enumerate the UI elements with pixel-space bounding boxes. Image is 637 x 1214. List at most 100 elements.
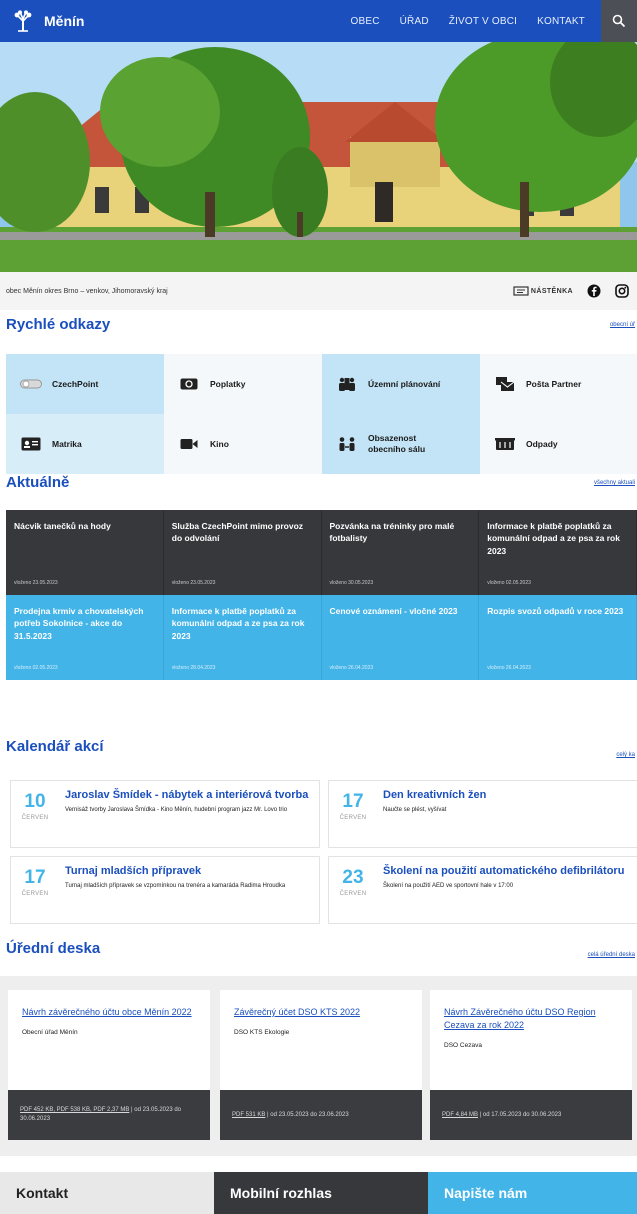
news-meta: vloženo 26.04.2023 [487,664,531,671]
news-title: Informace k platbě poplatků za komunální… [487,521,620,556]
news-title: Služba CzechPoint mimo provoz do odvolán… [171,521,304,544]
hero-photo [0,42,637,272]
document-dates: od 17.05.2023 do 30.06.2023 [482,1111,562,1118]
hero-caption-bar: obec Měnín okres Brno – venkov, Jihomora… [0,272,637,310]
news-all-link[interactable]: všechny aktuali [594,480,635,486]
document-org: Obecní úřad Měnín [22,1029,78,1037]
search-icon [612,14,626,28]
quick-links-grid: CzechPoint Poplatky Územní plánování Poš… [6,354,637,474]
document-org: DSO Cezava [444,1042,482,1050]
calendar-heading: Kalendář akcí [6,738,104,755]
nav-urad[interactable]: ÚŘAD [390,16,439,27]
event-desc: Naučte se plést, vyšívat [383,807,447,814]
document-files: PDF 4,84 MB | od 17.05.2023 do 30.06.202… [430,1090,632,1140]
footer-write-us[interactable]: Napište nám [428,1172,637,1214]
event-title[interactable]: Školení na použití automatického defibri… [383,865,629,878]
instagram-icon[interactable] [615,284,629,298]
quick-links-heading: Rychlé odkazy [6,316,111,333]
document-title-link[interactable]: Návrh Závěrečného účtu DSO Region Cezava… [430,990,632,1032]
site-name: Měnín [44,13,85,29]
event-card[interactable]: 23 ČERVEN Školení na použití automatické… [328,856,637,924]
news-meta: vloženo 23.05.2023 [171,579,216,586]
news-title: Cenové oznámení - vločné 2023 [329,606,458,616]
news-meta: vloženo 23.05.2023 [14,579,58,586]
event-card[interactable]: 17 ČERVEN Den kreativních žen Naučte se … [328,780,637,848]
official-board: Návrh závěrečného účtu obce Měnín 2022 O… [0,976,637,1156]
quick-links-all-link[interactable]: obecní úř [610,322,635,328]
id-card-icon [20,436,42,452]
news-card[interactable]: Informace k platbě poplatků za komunální… [479,510,637,595]
board-document: Návrh závěrečného účtu obce Měnín 2022 O… [8,990,210,1140]
quick-link-czechpoint[interactable]: CzechPoint [6,354,164,414]
quick-link-matrika[interactable]: Matrika [6,414,164,474]
quick-link-odpady[interactable]: Odpady [480,414,637,474]
document-title-link[interactable]: Návrh závěrečného účtu obce Měnín 2022 [8,990,210,1019]
social-links: NÁSTĚNKA [513,284,629,298]
event-date: 10 ČERVEN [21,791,49,821]
map-people-icon [336,376,358,392]
news-meta: vloženo 02.05.2023 [14,664,58,671]
news-card[interactable]: Pozvánka na tréninky pro malé fotbalisty… [321,510,480,595]
document-files: PDF 452 KB, PDF 538 KB, PDF 2,37 MB | od… [8,1090,210,1140]
event-card[interactable]: 10 ČERVEN Jaroslav Šmídek - nábytek a in… [10,780,320,848]
facebook-icon[interactable] [587,284,601,298]
calendar-all-link[interactable]: celý ka [616,752,635,758]
document-org: DSO KTS Ekologie [234,1029,290,1037]
quick-link-kino[interactable]: Kino [164,414,322,474]
document-dates: od 23.05.2023 do 23.06.2023 [270,1111,349,1118]
board-icon [513,286,529,296]
news-title: Pozvánka na tréninky pro malé fotbalisty [329,521,455,544]
event-card[interactable]: 17 ČERVEN Turnaj mladších přípravek Turn… [10,856,320,924]
event-date: 17 ČERVEN [339,791,367,821]
document-title-link[interactable]: Závěrečný účet DSO KTS 2022 [220,990,422,1019]
document-files-link[interactable]: PDF 452 KB, PDF 538 KB, PDF 2,37 MB [20,1107,129,1113]
news-title: Informace k platbě poplatků za komunální… [171,606,305,641]
news-card[interactable]: Rozpis svozů odpadů v roce 2023 vloženo … [479,595,637,680]
document-files-link[interactable]: PDF 4,84 MB [442,1112,478,1118]
event-title[interactable]: Den kreativních žen [383,789,629,802]
toggle-icon [20,376,42,392]
news-card[interactable]: Prodejna krmiv a chovatelských potřeb So… [6,595,164,680]
footer-columns: Kontakt Mobilní rozhlas Napište nám [0,1172,637,1214]
footer-contact[interactable]: Kontakt [0,1172,214,1214]
nav-obec[interactable]: OBEC [340,16,389,27]
board-heading: Úřední deska [6,940,101,957]
site-logo[interactable]: Měnín [10,8,130,34]
search-button[interactable] [601,0,637,42]
news-card[interactable]: Služba CzechPoint mimo provoz do odvolán… [163,510,322,595]
event-desc: Turnaj mladších přípravek se vzpomínkou … [65,883,286,890]
nav-zivot-v-obci[interactable]: ŽIVOT V OBCI [439,16,527,27]
news-title: Nácvik tanečků na hody [14,521,111,531]
event-title[interactable]: Jaroslav Šmídek - nábytek a interiérová … [65,789,311,802]
event-desc: Vernisáž tvorby Jaroslava Šmídka - Kino … [65,807,288,814]
news-title: Prodejna krmiv a chovatelských potřeb So… [14,606,144,641]
tree-logo-icon [10,8,36,34]
board-all-link[interactable]: celá úřední deska [588,952,635,958]
main-nav: OBEC ÚŘAD ŽIVOT V OBCI KONTAKT [340,0,637,42]
mail-icon [494,376,516,392]
footer-mobile-radio[interactable]: Mobilní rozhlas [214,1172,428,1214]
nastenka-link[interactable]: NÁSTĚNKA [513,286,573,296]
news-grid: Nácvik tanečků na hody vloženo 23.05.202… [6,510,637,680]
quick-link-uzemni-planovani[interactable]: Územní plánování [322,354,480,414]
board-document: Závěrečný účet DSO KTS 2022 DSO KTS Ekol… [220,990,422,1140]
quick-link-obsazenost-salu[interactable]: Obsazenost obecního sálu [322,414,480,474]
quick-link-poplatky[interactable]: Poplatky [164,354,322,414]
event-date: 17 ČERVEN [21,867,49,897]
news-meta: vloženo 28.04.2023 [171,664,216,671]
money-icon [178,376,200,392]
nav-kontakt[interactable]: KONTAKT [527,16,595,27]
event-title[interactable]: Turnaj mladších přípravek [65,865,311,878]
news-title: Rozpis svozů odpadů v roce 2023 [487,606,624,616]
news-card[interactable]: Informace k platbě poplatků za komunální… [163,595,322,680]
document-files: PDF 531 KB | od 23.05.2023 do 23.06.2023 [220,1090,422,1140]
news-meta: vloženo 26.04.2023 [329,664,374,671]
news-card[interactable]: Cenové oznámení - vločné 2023 vloženo 26… [321,595,480,680]
hero-caption: obec Měnín okres Brno – venkov, Jihomora… [6,287,168,295]
event-desc: Školení na použití AED ve sportovní hale… [383,883,514,890]
quick-link-posta-partner[interactable]: Pošta Partner [480,354,637,414]
news-card[interactable]: Nácvik tanečků na hody vloženo 23.05.202… [6,510,164,595]
news-meta: vloženo 30.05.2023 [329,579,374,586]
document-files-link[interactable]: PDF 531 KB [232,1112,265,1118]
news-heading: Aktuálně [6,474,70,491]
